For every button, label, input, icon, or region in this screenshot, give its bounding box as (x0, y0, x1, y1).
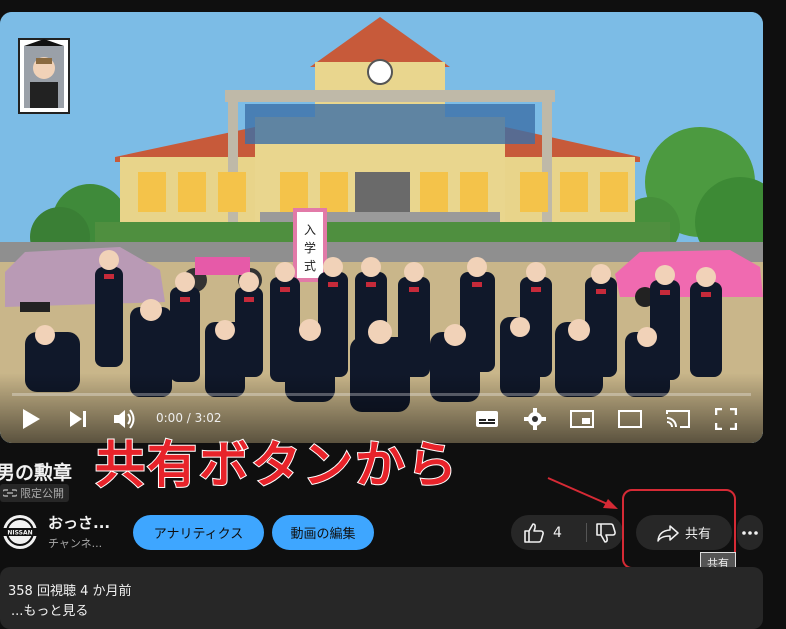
show-more-link[interactable]: ...もっと見る (11, 600, 88, 619)
like-icon (524, 522, 544, 543)
dislike-button[interactable] (589, 515, 623, 550)
more-icon (742, 530, 758, 535)
like-count: 4 (553, 524, 562, 541)
video-player[interactable]: 入 学 式 0:00 / 3:02 (0, 12, 763, 443)
subtitles-icon (476, 411, 498, 427)
fullscreen-icon (715, 408, 737, 430)
like-divider (586, 523, 587, 542)
view-count-date: 358 回視聴 4 か月前 (8, 584, 132, 599)
more-actions-button[interactable] (737, 515, 763, 550)
miniplayer-button[interactable] (567, 404, 597, 434)
like-dislike-bar: 4 (511, 515, 623, 550)
fullscreen-button[interactable] (711, 404, 741, 434)
subtitles-button[interactable] (472, 404, 502, 434)
play-button[interactable] (16, 404, 46, 434)
analytics-button[interactable]: アナリティクス (133, 515, 264, 550)
nissan-logo-icon: NISSAN (2, 515, 38, 549)
channel-avatar[interactable]: NISSAN (2, 514, 38, 550)
svg-text:式: 式 (304, 259, 316, 273)
time-display: 0:00 / 3:02 (156, 411, 222, 425)
annotation-text: 共有ボタンから (94, 435, 459, 495)
theater-icon (618, 410, 642, 428)
cast-button[interactable] (663, 404, 693, 434)
subscriber-count: チャンネ... (48, 537, 103, 550)
theater-mode-button[interactable] (615, 404, 645, 434)
like-button[interactable]: 4 (511, 515, 581, 550)
svg-text:NISSAN: NISSAN (7, 530, 32, 537)
lock-icon (3, 489, 17, 497)
svg-text:学: 学 (304, 240, 316, 255)
settings-icon (524, 408, 546, 430)
settings-button[interactable] (520, 404, 550, 434)
next-icon (70, 411, 86, 427)
video-title: 男の勲章 (0, 462, 73, 484)
channel-name[interactable]: おっさ... (48, 512, 110, 533)
privacy-badge: 限定公開 (0, 484, 69, 502)
cast-icon (666, 410, 690, 428)
dislike-icon (596, 522, 616, 543)
miniplayer-icon (570, 410, 594, 428)
privacy-label: 限定公開 (20, 487, 64, 500)
progress-bar[interactable] (12, 393, 751, 396)
edit-video-button[interactable]: 動画の編集 (272, 515, 374, 550)
play-icon (23, 409, 40, 429)
svg-text:入: 入 (304, 223, 316, 237)
next-button[interactable] (63, 404, 93, 434)
channel-watermark (18, 38, 70, 114)
description-box[interactable]: 358 回視聴 4 か月前 ...もっと見る (0, 567, 763, 629)
